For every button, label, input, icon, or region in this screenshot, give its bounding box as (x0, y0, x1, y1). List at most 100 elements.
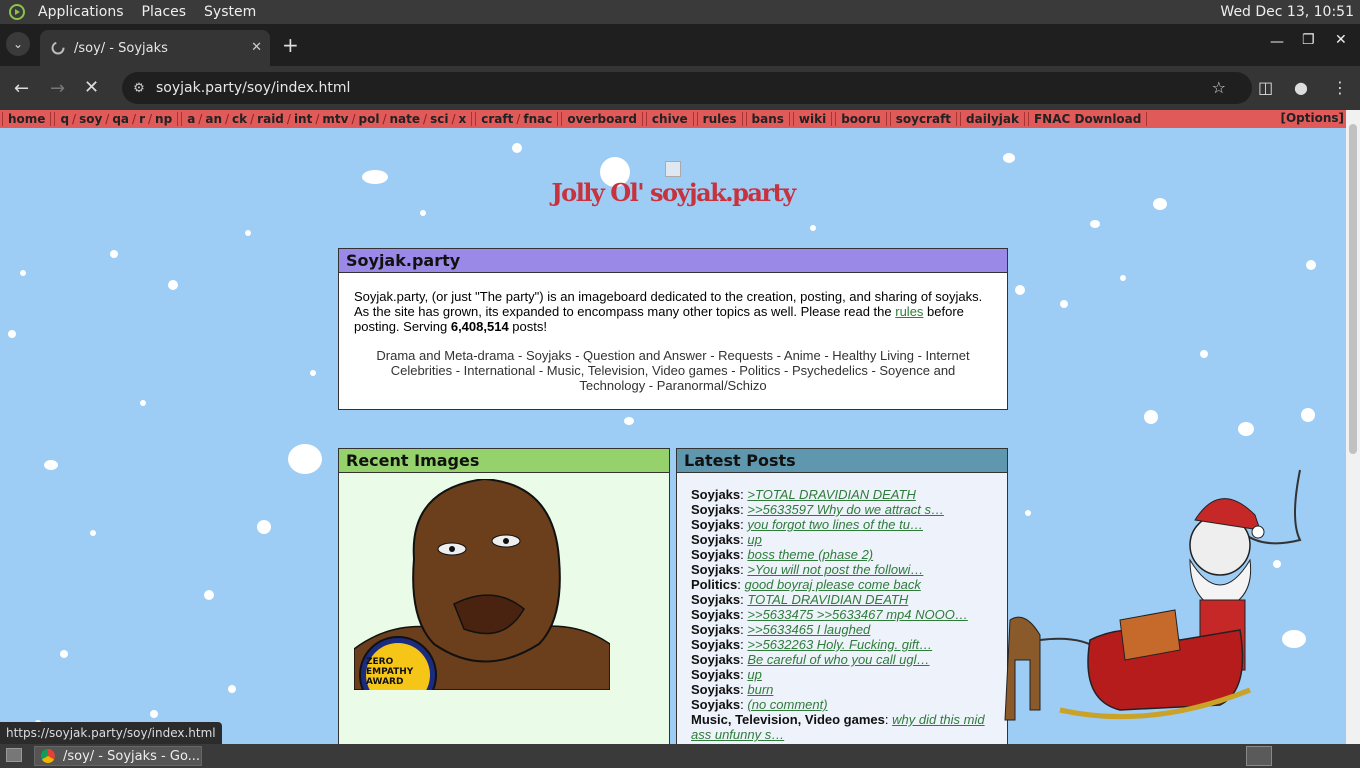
board-separator: / (72, 112, 77, 126)
maximize-icon[interactable]: ❐ (1302, 32, 1315, 48)
site-info-icon[interactable]: ⚙ (122, 81, 156, 96)
latest-post-row: Soyjaks: burn (691, 682, 997, 697)
address-bar[interactable]: ⚙ soyjak.party/soy/index.html ☆ (122, 72, 1252, 104)
post-snippet-link[interactable]: >>5633597 Why do we attract s… (747, 502, 944, 517)
board-group: chive (645, 112, 694, 126)
latest-post-row: Music, Television, Video games: why did … (691, 712, 997, 742)
board-link[interactable]: an (205, 112, 222, 126)
tray-chrome-icon[interactable] (1246, 746, 1272, 766)
board-link[interactable]: rules (703, 112, 737, 126)
taskbar-window-button[interactable]: /soy/ - Soyjaks - Go... (34, 746, 202, 766)
page-scrollbar[interactable] (1346, 110, 1360, 744)
post-snippet-link[interactable]: burn (747, 682, 773, 697)
menu-system[interactable]: System (204, 4, 256, 20)
board-link[interactable]: dailyjak (966, 112, 1019, 126)
board-separator: / (315, 112, 320, 126)
post-board-name: Soyjaks (691, 652, 741, 667)
rules-link[interactable]: rules (895, 304, 923, 319)
latest-posts-list: Soyjaks: >TOTAL DRAVIDIAN DEATH Soyjaks: … (677, 473, 1007, 742)
award-badge-text: ZERO EMPATHY AWARD (366, 657, 414, 687)
latest-post-row: Soyjaks: up (691, 532, 997, 547)
board-link[interactable]: r (139, 112, 145, 126)
post-snippet-link[interactable]: >TOTAL DRAVIDIAN DEATH (747, 487, 915, 502)
board-link[interactable]: chive (652, 112, 688, 126)
scrollbar-thumb[interactable] (1349, 124, 1357, 454)
clock[interactable]: Wed Dec 13, 10:51 (1220, 4, 1354, 20)
latest-post-row: Soyjaks: >>5633475 >>5633467 mp4 NOOO… (691, 607, 997, 622)
board-link[interactable]: FNAC Download (1034, 112, 1141, 126)
latest-post-row: Soyjaks: TOTAL DRAVIDIAN DEATH (691, 592, 997, 607)
board-link[interactable]: craft (481, 112, 513, 126)
board-link[interactable]: fnac (523, 112, 552, 126)
board-link[interactable]: a (187, 112, 195, 126)
forward-icon[interactable]: → (50, 78, 65, 99)
board-link[interactable]: soy (79, 112, 102, 126)
menu-places[interactable]: Places (142, 4, 187, 20)
browser-tab[interactable]: /soy/ - Soyjaks ✕ (40, 30, 270, 66)
profile-icon[interactable]: ● (1294, 78, 1308, 97)
side-panel-icon[interactable]: ◫ (1258, 78, 1273, 97)
post-board-name: Soyjaks (691, 502, 741, 517)
post-board-name: Soyjaks (691, 532, 741, 547)
post-snippet-link[interactable]: TOTAL DRAVIDIAN DEATH (747, 592, 908, 607)
board-link[interactable]: home (8, 112, 45, 126)
broken-banner-image[interactable] (665, 161, 681, 177)
window-close-icon[interactable]: ✕ (1335, 32, 1347, 48)
distro-logo-icon[interactable] (6, 1, 28, 23)
stop-loading-icon[interactable]: ✕ (84, 77, 99, 98)
post-snippet-link[interactable]: boss theme (phase 2) (747, 547, 873, 562)
recent-image-thumbnail[interactable]: ZERO EMPATHY AWARD (354, 479, 610, 690)
board-link[interactable]: bans (752, 112, 784, 126)
latest-post-row: Soyjaks: you forgot two lines of the tu… (691, 517, 997, 532)
post-snippet-link[interactable]: >>5633465 I laughed (747, 622, 870, 637)
new-tab-button[interactable]: + (282, 33, 299, 57)
board-link[interactable]: q (60, 112, 69, 126)
post-snippet-link[interactable]: you forgot two lines of the tu… (747, 517, 923, 532)
post-snippet-link[interactable]: >>5633475 >>5633467 mp4 NOOO… (747, 607, 967, 622)
board-link[interactable]: wiki (799, 112, 826, 126)
post-snippet-link[interactable]: >>5632263 Holy. Fucking. gift… (747, 637, 932, 652)
chrome-icon (41, 749, 55, 763)
board-link[interactable]: sci (430, 112, 448, 126)
back-icon[interactable]: ← (14, 78, 29, 99)
tab-search-button[interactable]: ⌄ (6, 32, 30, 56)
board-link[interactable]: overboard (567, 112, 637, 126)
board-link[interactable]: qa (112, 112, 129, 126)
options-link[interactable]: [Options] (1280, 111, 1344, 125)
latest-posts-header: Latest Posts (677, 449, 1007, 473)
board-link[interactable]: soycraft (896, 112, 951, 126)
board-group: rules (696, 112, 743, 126)
post-snippet-link[interactable]: up (747, 667, 761, 682)
board-link[interactable]: int (294, 112, 312, 126)
post-snippet-link[interactable]: good boyraj please come back (744, 577, 920, 592)
board-link[interactable]: raid (257, 112, 284, 126)
board-link[interactable]: booru (841, 112, 881, 126)
browser-toolbar: ← → ✕ ⚙ soyjak.party/soy/index.html ☆ ◫ … (0, 66, 1360, 110)
post-snippet-link[interactable]: up (747, 532, 761, 547)
menu-applications[interactable]: Applications (38, 4, 124, 20)
board-group: q / soy / qa / r / np (54, 112, 179, 126)
post-board-name: Soyjaks (691, 562, 741, 577)
board-link[interactable]: nate (390, 112, 421, 126)
tab-close-icon[interactable]: ✕ (251, 40, 262, 55)
post-snippet-link[interactable]: Be careful of who you call ugl… (747, 652, 929, 667)
bookmark-star-icon[interactable]: ☆ (1212, 78, 1226, 97)
bottom-taskbar: /soy/ - Soyjaks - Go... (0, 744, 1360, 768)
latest-post-row: Soyjaks: >>5632263 Holy. Fucking. gift… (691, 637, 997, 652)
post-board-name: Soyjaks (691, 667, 741, 682)
board-group: FNAC Download (1027, 112, 1148, 126)
post-snippet-link[interactable]: >You will not post the followi… (747, 562, 923, 577)
santa-sleigh-decoration (1000, 460, 1346, 744)
board-link[interactable]: mtv (322, 112, 348, 126)
minimize-icon[interactable]: — (1270, 34, 1284, 50)
post-snippet-link[interactable]: (no comment) (747, 697, 827, 712)
board-link[interactable]: ck (232, 112, 247, 126)
latest-post-row: Soyjaks: up (691, 667, 997, 682)
board-separator: / (198, 112, 203, 126)
show-desktop-icon[interactable] (6, 748, 22, 762)
board-link[interactable]: x (458, 112, 466, 126)
board-separator: / (516, 112, 521, 126)
board-link[interactable]: pol (359, 112, 380, 126)
kebab-menu-icon[interactable]: ⋮ (1332, 78, 1348, 97)
board-link[interactable]: np (155, 112, 172, 126)
